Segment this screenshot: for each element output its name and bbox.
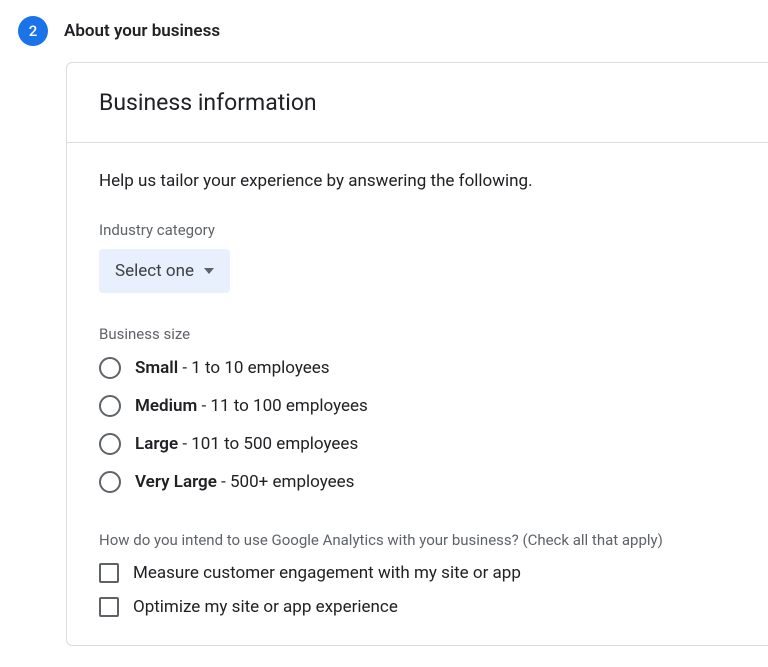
- radio-icon: [99, 471, 121, 493]
- radio-medium[interactable]: Medium - 11 to 100 employees: [99, 395, 736, 417]
- checkbox-optimize-experience[interactable]: Optimize my site or app experience: [99, 597, 736, 617]
- radio-large[interactable]: Large - 101 to 500 employees: [99, 433, 736, 455]
- radio-icon: [99, 395, 121, 417]
- business-info-card: Business information Help us tailor your…: [66, 62, 768, 646]
- industry-label: Industry category: [99, 221, 736, 239]
- radio-icon: [99, 433, 121, 455]
- radio-label: Large - 101 to 500 employees: [135, 434, 358, 454]
- radio-very-large[interactable]: Very Large - 500+ employees: [99, 471, 736, 493]
- radio-label: Small - 1 to 10 employees: [135, 358, 330, 378]
- card-body: Help us tailor your experience by answer…: [67, 143, 768, 645]
- checkbox-label: Optimize my site or app experience: [133, 597, 398, 617]
- intro-text: Help us tailor your experience by answer…: [99, 171, 736, 191]
- step-header: 2 About your business: [0, 0, 768, 62]
- business-size-radio-group: Small - 1 to 10 employees Medium - 11 to…: [99, 357, 736, 493]
- radio-small[interactable]: Small - 1 to 10 employees: [99, 357, 736, 379]
- card-header: Business information: [67, 63, 768, 143]
- industry-selected: Select one: [115, 261, 194, 281]
- step-title: About your business: [64, 21, 220, 41]
- radio-icon: [99, 357, 121, 379]
- checkbox-icon: [99, 597, 119, 617]
- radio-label: Medium - 11 to 100 employees: [135, 396, 368, 416]
- usage-label: How do you intend to use Google Analytic…: [99, 531, 736, 549]
- radio-label: Very Large - 500+ employees: [135, 472, 354, 492]
- business-size-label: Business size: [99, 325, 736, 343]
- industry-dropdown[interactable]: Select one: [99, 249, 230, 293]
- checkbox-label: Measure customer engagement with my site…: [133, 563, 521, 583]
- step-number-badge: 2: [18, 16, 48, 46]
- card-title: Business information: [99, 89, 736, 116]
- checkbox-icon: [99, 563, 119, 583]
- usage-checkbox-group: Measure customer engagement with my site…: [99, 563, 736, 617]
- chevron-down-icon: [204, 268, 214, 274]
- checkbox-measure-engagement[interactable]: Measure customer engagement with my site…: [99, 563, 736, 583]
